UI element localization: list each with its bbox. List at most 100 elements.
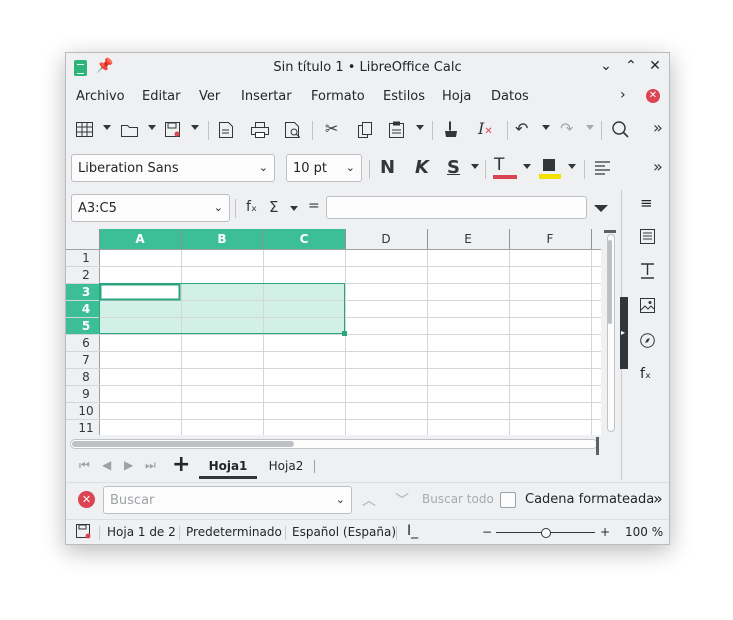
insert-table-icon[interactable] [76, 122, 93, 137]
column-header-a[interactable]: A [135, 232, 145, 246]
minimize-icon[interactable]: ⌄ [598, 58, 614, 74]
menu-overflow-icon[interactable]: › [620, 87, 626, 103]
bold-button[interactable]: N [380, 157, 395, 178]
scroll-thumb[interactable] [72, 441, 294, 447]
copy-icon[interactable] [358, 122, 373, 138]
sheet-tab-hoja2[interactable]: Hoja2 [265, 456, 307, 476]
menu-estilos[interactable]: Estilos [383, 89, 425, 104]
function-wizard-icon[interactable]: fₓ [246, 199, 257, 215]
font-name-combo[interactable]: Liberation Sans ⌄ [71, 154, 275, 182]
menu-insertar[interactable]: Insertar [241, 89, 292, 104]
horizontal-scrollbar[interactable] [70, 439, 598, 449]
insert-mode-icon[interactable]: I_ [407, 523, 418, 539]
close-icon[interactable]: ✕ [647, 58, 663, 74]
vertical-scrollbar[interactable] [604, 230, 616, 432]
close-find-icon[interactable]: ✕ [78, 491, 95, 508]
zoom-slider-handle[interactable] [540, 528, 551, 538]
save-icon[interactable] [165, 122, 180, 137]
align-left-icon[interactable] [595, 161, 610, 176]
column-header-d[interactable]: D [381, 232, 390, 246]
next-sheet-icon[interactable]: ▶ [124, 458, 133, 472]
properties-icon[interactable] [640, 229, 655, 244]
document-modified-icon[interactable] [76, 524, 91, 539]
gallery-icon[interactable] [640, 298, 655, 313]
row-header-2[interactable]: 2 [82, 268, 90, 282]
sum-dropdown-icon[interactable] [290, 206, 298, 211]
undo-icon[interactable]: ↶ [515, 119, 528, 138]
paste-dropdown-icon[interactable] [416, 125, 424, 130]
formula-input[interactable] [326, 196, 587, 219]
font-size-combo[interactable]: 10 pt ⌄ [286, 154, 362, 182]
first-sheet-icon[interactable]: ⏮ [79, 458, 90, 473]
formatted-checkbox[interactable] [500, 492, 516, 508]
menu-ver[interactable]: Ver [199, 89, 220, 104]
row-header-11[interactable]: 11 [78, 421, 93, 435]
underline-button[interactable]: S [447, 157, 460, 178]
print-icon[interactable] [251, 122, 269, 138]
navigator-icon[interactable] [640, 333, 655, 348]
zoom-out-button[interactable]: − [482, 525, 492, 539]
row-header-5[interactable]: 5 [82, 319, 90, 333]
row-header-9[interactable]: 9 [82, 387, 90, 401]
autofill-handle[interactable] [342, 331, 347, 336]
underline-dropdown-icon[interactable] [471, 164, 479, 169]
export-pdf-icon[interactable] [219, 122, 233, 138]
menu-formato[interactable]: Formato [311, 89, 365, 104]
spreadsheet-grid[interactable]: A B C D E F 1 2 3 4 5 6 7 8 9 10 11 [66, 229, 601, 435]
add-sheet-button[interactable]: + [172, 452, 190, 477]
highlight-color-icon[interactable] [539, 159, 561, 179]
active-cell[interactable] [99, 283, 181, 301]
previous-sheet-icon[interactable]: ◀ [102, 458, 111, 472]
paste-icon[interactable] [389, 121, 404, 138]
name-box[interactable]: A3:C5 ⌄ [71, 194, 230, 222]
toolbar-overflow-icon[interactable]: » [653, 118, 663, 137]
styles-icon[interactable] [640, 263, 655, 279]
menu-archivo[interactable]: Archivo [76, 89, 125, 104]
redo-icon[interactable]: ↷ [560, 119, 573, 138]
row-header-10[interactable]: 10 [78, 404, 93, 418]
last-sheet-icon[interactable]: ⏭ [145, 458, 156, 473]
column-header-e[interactable]: E [464, 232, 472, 246]
sidebar-menu-icon[interactable]: ≡ [640, 194, 653, 212]
cut-icon[interactable]: ✂ [325, 119, 338, 138]
functions-icon[interactable]: fₓ [640, 366, 651, 382]
find-all-button[interactable]: Buscar todo [422, 492, 494, 506]
row-header-1[interactable]: 1 [82, 251, 90, 265]
page-style[interactable]: Predeterminado [186, 525, 282, 539]
language[interactable]: Español (España) [292, 525, 396, 539]
row-header-6[interactable]: 6 [82, 336, 90, 350]
find-replace-icon[interactable] [612, 121, 629, 138]
row-header-7[interactable]: 7 [82, 353, 90, 367]
italic-button[interactable]: K [415, 157, 429, 178]
row-header-3[interactable]: 3 [82, 285, 90, 299]
row-header-4[interactable]: 4 [82, 302, 90, 316]
font-color-button[interactable]: T [494, 155, 504, 175]
column-header-f[interactable]: F [547, 232, 554, 246]
find-previous-icon[interactable]: ︿ [362, 490, 376, 510]
expand-formula-icon[interactable] [594, 205, 608, 212]
sum-icon[interactable]: Σ [269, 198, 278, 216]
zoom-level[interactable]: 100 % [625, 525, 663, 539]
column-header-b[interactable]: B [217, 232, 226, 246]
toolbar-overflow-icon[interactable]: » [653, 157, 663, 176]
table-dropdown-icon[interactable] [103, 125, 111, 130]
grid-canvas[interactable]: A B C D E F 1 2 3 4 5 6 7 8 9 10 11 [66, 229, 601, 435]
find-next-icon[interactable]: ﹀ [395, 490, 409, 510]
zoom-in-button[interactable]: + [600, 525, 610, 539]
search-input[interactable]: Buscar ⌄ [103, 486, 352, 514]
font-color-dropdown-icon[interactable] [523, 164, 531, 169]
save-dropdown-icon[interactable] [191, 125, 199, 130]
redo-dropdown-icon[interactable] [586, 125, 594, 130]
print-preview-icon[interactable] [285, 122, 301, 138]
maximize-icon[interactable]: ⌃ [623, 58, 639, 74]
menu-hoja[interactable]: Hoja [442, 89, 471, 104]
findbar-overflow-icon[interactable]: » [653, 489, 663, 508]
row-header-8[interactable]: 8 [82, 370, 90, 384]
undo-dropdown-icon[interactable] [542, 125, 550, 130]
open-dropdown-icon[interactable] [148, 125, 156, 130]
menu-editar[interactable]: Editar [142, 89, 181, 104]
clone-formatting-icon[interactable] [444, 121, 458, 138]
scroll-thumb[interactable] [608, 240, 612, 324]
sheet-tab-hoja1[interactable]: Hoja1 [199, 456, 257, 479]
formula-icon[interactable]: = [308, 198, 320, 214]
